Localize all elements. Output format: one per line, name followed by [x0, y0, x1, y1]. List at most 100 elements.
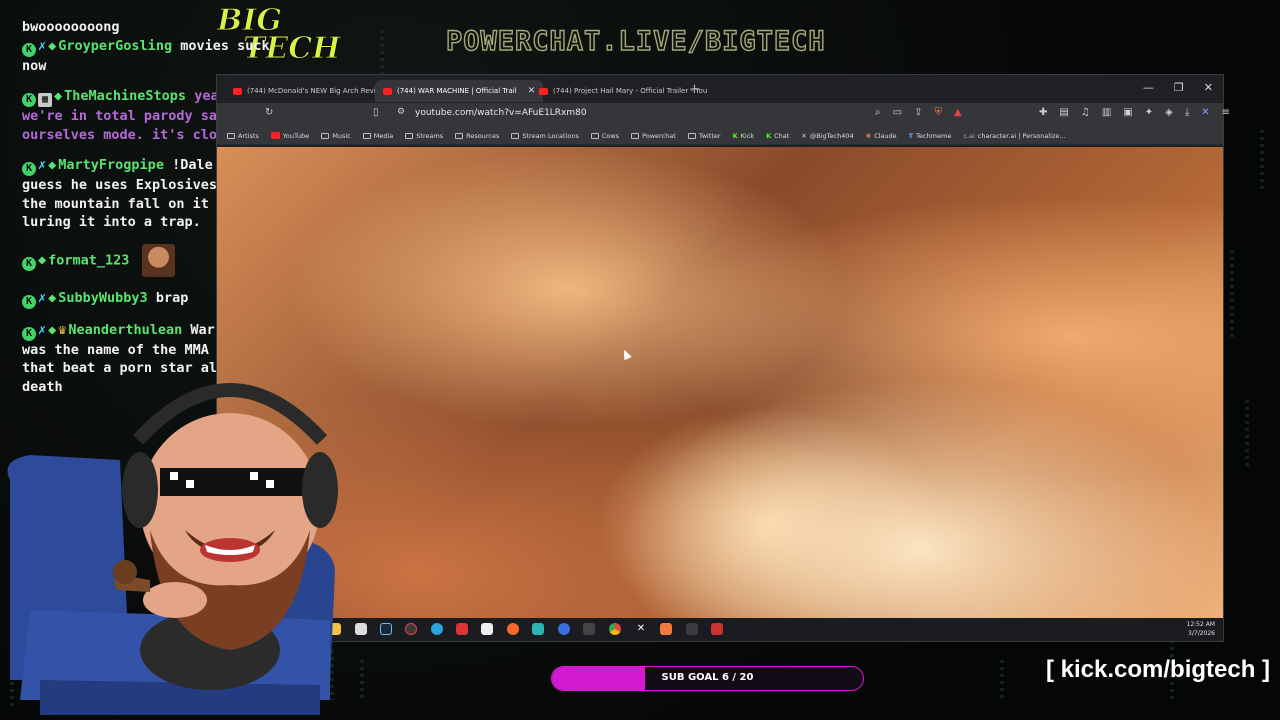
taskbar-app-icon[interactable]: [686, 623, 698, 635]
zoom-icon[interactable]: ⌕: [875, 107, 881, 118]
kick-badge-icon: K: [22, 257, 36, 271]
x-app-icon[interactable]: ✕: [635, 623, 647, 635]
diamond-icon: ◆: [54, 88, 63, 104]
bookmark-item[interactable]: ✺ Claude: [866, 132, 897, 140]
diamond-icon: ◆: [48, 321, 57, 338]
taskbar-app-icon[interactable]: [583, 623, 595, 635]
powerchat-banner: POWERCHAT.LIVE/BIGTECH: [445, 25, 826, 57]
chat-top-text: bwoooooooong: [22, 19, 120, 35]
system-clock[interactable]: 12:52 AM 3/7/2026: [1187, 620, 1215, 638]
digital-rain-column: [1230, 250, 1234, 340]
diamond-icon: ◆: [48, 157, 57, 173]
kick-channel-label: [ kick.com/bigtech ]: [1046, 656, 1271, 683]
bookmark-item[interactable]: YouTube: [270, 132, 309, 140]
ai-icon[interactable]: ✦: [1145, 107, 1153, 118]
bookmark-item[interactable]: Artists: [227, 132, 259, 140]
folder-icon: [590, 132, 599, 139]
taskbar-app-icon[interactable]: [507, 623, 519, 635]
tab-war-machine[interactable]: (744) WAR MACHINE | Official Trail ✕: [375, 80, 544, 102]
new-tab-icon[interactable]: +: [689, 82, 700, 97]
bookmark-item[interactable]: Streams: [405, 132, 443, 140]
vpn-icon[interactable]: ◈: [1165, 107, 1173, 118]
tab-search-icon[interactable]: ▣: [1123, 107, 1132, 118]
minimize-icon[interactable]: —: [1143, 81, 1154, 94]
taskbar-app-icon[interactable]: [532, 623, 544, 635]
youtube-icon: [233, 87, 242, 95]
taskbar-app-icon[interactable]: [711, 623, 723, 635]
bookmark-item[interactable]: Stream Locations: [511, 132, 579, 140]
address-bar[interactable]: youtube.com/watch?v=AFuE1LRxm80: [415, 108, 587, 118]
sub-goal-bar: SUB GOAL 6 / 20: [551, 666, 864, 691]
video-player[interactable]: [217, 147, 1223, 620]
mouse-cursor-icon: [620, 347, 632, 361]
tab-project-hail-mary[interactable]: (744) Project Hail Mary - Official Trail…: [531, 80, 715, 102]
kick-badge-icon: K: [22, 326, 36, 341]
sidebar-icon[interactable]: ▥: [1102, 107, 1111, 118]
menu-icon[interactable]: ≡: [1222, 107, 1230, 118]
cast-icon[interactable]: ▭: [893, 107, 902, 118]
share-icon[interactable]: ⇪: [914, 107, 922, 118]
bookmark-item[interactable]: K Chat: [766, 132, 789, 140]
taskbar-app-icon[interactable]: [558, 623, 570, 635]
digital-rain-column: [1245, 400, 1249, 470]
digital-rain-column: [1260, 130, 1264, 190]
music-icon[interactable]: ♫: [1081, 107, 1090, 118]
folder-icon: [687, 132, 696, 139]
wallet-icon[interactable]: ▤: [1059, 107, 1068, 118]
restore-icon[interactable]: ❐: [1174, 81, 1184, 94]
clock-date: 3/7/2026: [1188, 630, 1215, 637]
steam-icon[interactable]: [380, 623, 392, 635]
browser-toolbar: ↻ ▯ ⚙ youtube.com/watch?v=AFuE1LRxm80 ⌕ …: [217, 103, 1230, 127]
gift-icon: ▦: [38, 93, 52, 107]
brave-rewards-icon[interactable]: ▲: [954, 107, 962, 118]
chat-text: brap: [155, 289, 189, 306]
folder-icon: [362, 132, 371, 139]
bookmark-item[interactable]: ✕ @BigTech404: [801, 132, 853, 140]
download-icon[interactable]: ⤓: [1185, 107, 1189, 118]
tab-label: (744) Project Hail Mary - Official Trail…: [553, 87, 708, 95]
reload-icon[interactable]: ↻: [265, 107, 273, 118]
extension-icon[interactable]: ✚: [1039, 107, 1047, 118]
bookmark-item[interactable]: Media: [362, 132, 393, 140]
characterai-icon: c.ai: [963, 131, 975, 140]
brave-shield-icon[interactable]: ⛨: [934, 107, 942, 118]
taskbar-app-icon[interactable]: [481, 623, 493, 635]
chat-username: TheMachineStops: [64, 88, 187, 104]
extension-icons: ✚ ▤ ♫ ▥ ▣ ✦ ◈ ⤓ ✕ ≡: [1039, 107, 1230, 118]
chat-username: Neanderthulean: [68, 321, 183, 338]
bookmark-item[interactable]: Music: [321, 132, 351, 140]
close-window-icon[interactable]: ✕: [1204, 81, 1213, 94]
brave-icon[interactable]: [660, 623, 672, 635]
youtube-icon: [539, 87, 548, 95]
bookmark-item[interactable]: c.ai character.ai | Personalize...: [963, 132, 1065, 140]
taskbar-app-icon[interactable]: [456, 623, 468, 635]
chrome-icon[interactable]: [609, 623, 621, 635]
leo-icon[interactable]: ✕: [1201, 107, 1209, 118]
bookmark-item[interactable]: T Techmeme: [909, 132, 952, 140]
sword-icon: ✗: [38, 157, 47, 173]
folder-icon: [455, 132, 464, 139]
bookmark-item[interactable]: Twitter: [687, 132, 721, 140]
bookmark-item[interactable]: Resources: [455, 132, 499, 140]
window-controls: — ❐ ✕: [1143, 81, 1213, 94]
tab-bar: (744) McDonald's NEW Big Arch Review! - …: [217, 75, 1223, 103]
bookmark-item[interactable]: Powerchat: [631, 132, 676, 140]
diamond-icon: ◆: [38, 252, 47, 268]
bookmark-item[interactable]: K Kick: [733, 132, 754, 140]
site-info-icon[interactable]: ⚙: [397, 107, 405, 117]
tab-label: (744) WAR MACHINE | Official Trail: [397, 87, 517, 95]
folder-icon: [227, 132, 235, 139]
streamer-avatar: [7, 383, 338, 715]
chat-username: GroyperGosling: [58, 37, 173, 54]
obs-icon[interactable]: [405, 623, 417, 635]
bookmark-icon[interactable]: ▯: [373, 107, 379, 118]
crown-icon: ♛: [58, 321, 67, 338]
youtube-icon: [270, 132, 280, 139]
telegram-icon[interactable]: [431, 623, 443, 635]
google-icon[interactable]: [355, 623, 367, 635]
sword-icon: ✗: [38, 321, 47, 338]
chat-username: format_123: [48, 252, 130, 268]
bookmark-item[interactable]: Cows: [590, 132, 619, 140]
diamond-icon: ◆: [48, 289, 57, 306]
browser-window: (744) McDonald's NEW Big Arch Review! - …: [216, 74, 1230, 642]
